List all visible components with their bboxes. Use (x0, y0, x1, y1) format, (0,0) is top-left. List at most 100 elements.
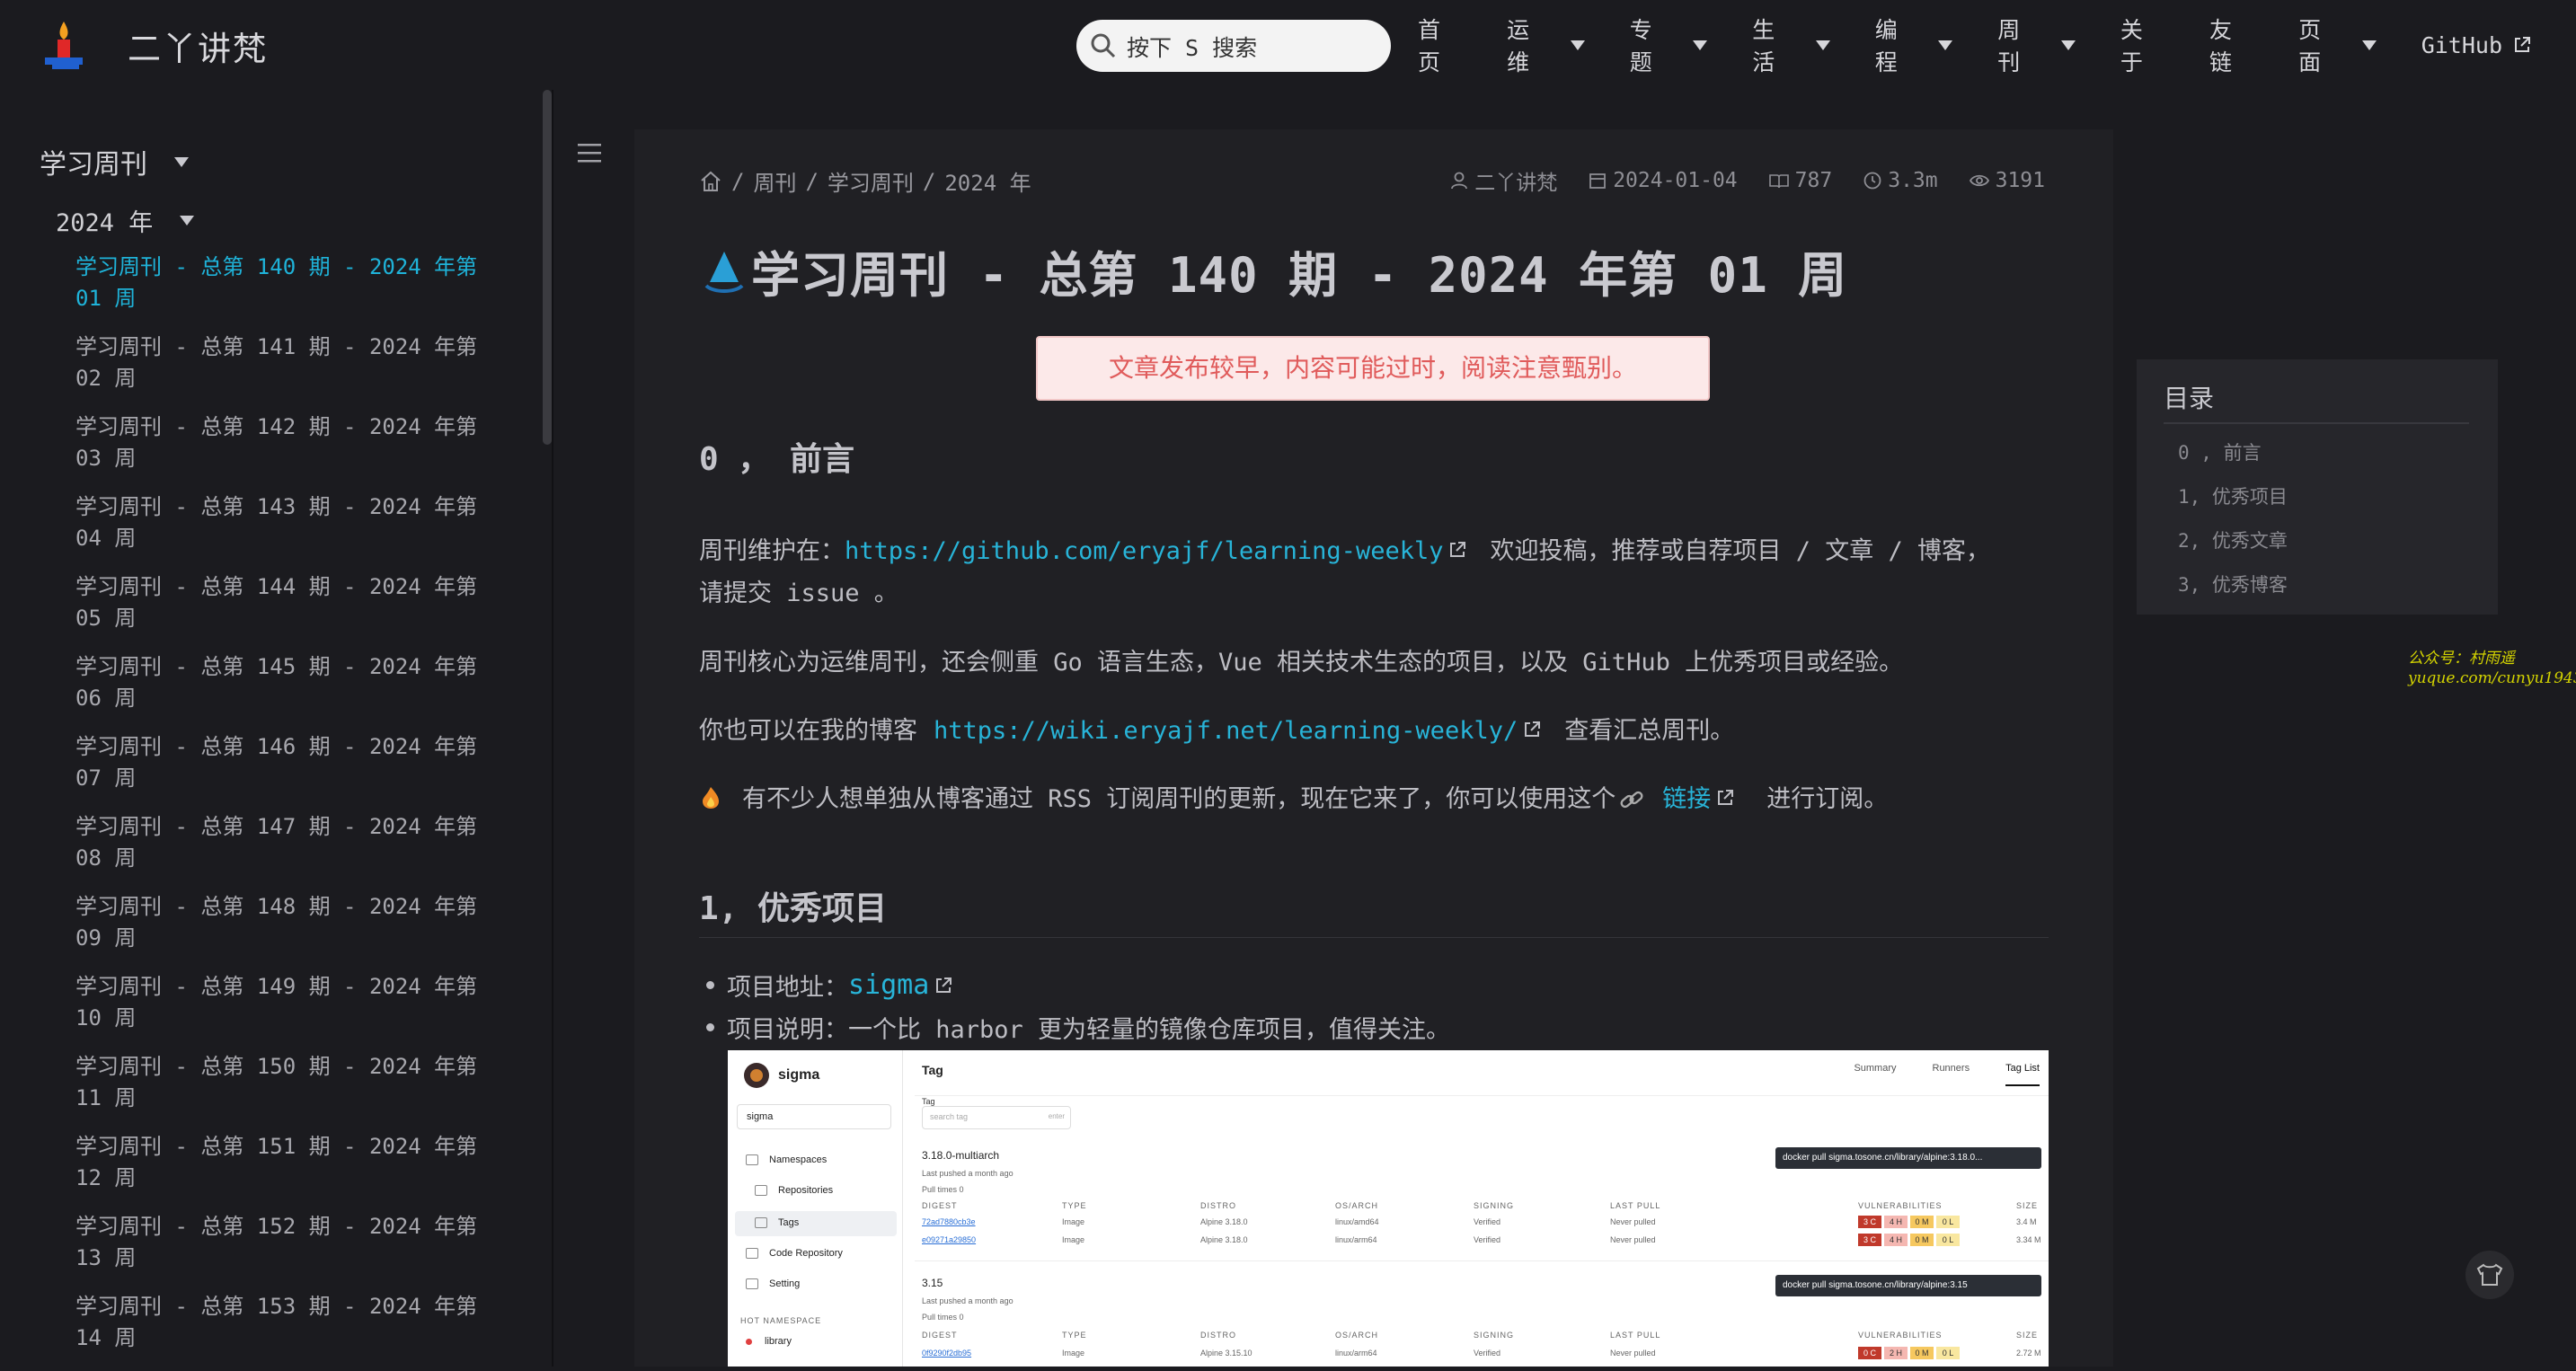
sidebar-item-147[interactable]: 学习周刊 - 总第 147 期 - 2024 年第 08 周 (75, 811, 507, 891)
shot-brand: sigma (744, 1063, 819, 1088)
p3-prefix: 你也可以在我的博客 (699, 717, 917, 745)
book-icon (1768, 174, 1789, 189)
namespaces-icon (746, 1154, 758, 1165)
rss-link[interactable]: 链接 (1662, 785, 1711, 813)
breadcrumb: / 周刊 / 学习周刊 / 2024 年 (699, 165, 1031, 197)
vuln-low: 0 L (1936, 1216, 1960, 1228)
nav-home-label: 首页 (1418, 17, 1441, 75)
nav-friends[interactable]: 友链 (2209, 13, 2253, 77)
shot-nav-label: Code Repository (769, 1248, 843, 1259)
shot-nav-namespaces: Namespaces (746, 1154, 827, 1165)
chevron-down-icon (2361, 40, 2377, 50)
shot-nav-setting: Setting (746, 1278, 800, 1289)
home-icon[interactable] (699, 170, 722, 193)
sidebar-item-151[interactable]: 学习周刊 - 总第 151 期 - 2024 年第 12 周 (75, 1131, 507, 1211)
clock-icon (1863, 172, 1881, 190)
github-repo-link[interactable]: https://github.com/eryajf/learning-weekl… (845, 537, 1443, 565)
breadcrumb-weekly[interactable]: 周刊 (753, 165, 796, 197)
p1-prefix: 周刊维护在： (699, 537, 845, 565)
bullet-project-desc: 项目说明：一个比 harbor 更为轻量的镜像仓库项目，值得关注。 (727, 1010, 1450, 1045)
sidebar-item-149[interactable]: 学习周刊 - 总第 149 期 - 2024 年第 10 周 (75, 971, 507, 1051)
paragraph-rss: 有不少人想单独从博客通过 RSS 订阅周刊的更新，现在它来了，你可以使用这个 链接… (699, 778, 2047, 820)
vuln-critical: 3 C (1858, 1216, 1881, 1228)
sidebar-section-label: 学习周刊 (40, 149, 147, 181)
breadcrumb-separator: / (731, 168, 745, 194)
site-title[interactable]: 二丫讲梵 (128, 22, 268, 70)
toc-title: 目录 (2164, 384, 2215, 413)
page-title: 学习周刊 - 总第 140 期 - 2024 年第 01 周 (699, 235, 1847, 306)
external-link-icon (1525, 721, 1541, 737)
nav-pages[interactable]: 页面 (2298, 13, 2377, 77)
chevron-down-icon (1815, 40, 1830, 50)
sidebar-item-142[interactable]: 学习周刊 - 总第 142 期 - 2024 年第 03 周 (75, 411, 507, 491)
blog-weekly-link[interactable]: https://wiki.eryajf.net/learning-weekly/ (934, 717, 1518, 745)
meta-views: 3191 (1969, 169, 2045, 192)
shot-col-type: TYPE (1062, 1201, 1087, 1210)
sidebar-item-146[interactable]: 学习周刊 - 总第 146 期 - 2024 年第 07 周 (75, 731, 507, 811)
breadcrumb-separator: / (805, 168, 819, 194)
sidebar-item-153[interactable]: 学习周刊 - 总第 153 期 - 2024 年第 14 周 (75, 1291, 507, 1371)
shot-docker-cmd: docker pull sigma.tosone.cn/library/alpi… (1775, 1275, 2041, 1296)
sidebar-item-141[interactable]: 学习周刊 - 总第 141 期 - 2024 年第 02 周 (75, 332, 507, 411)
shot-row-arch: linux/amd64 (1335, 1217, 1379, 1226)
shot-row-vuln: 3 C 4 H 0 M 0 L (1858, 1234, 1960, 1246)
shot-nav-tags: Tags (755, 1217, 799, 1228)
nav-life[interactable]: 生活 (1752, 13, 1830, 77)
sidebar-item-140[interactable]: 学习周刊 - 总第 140 期 - 2024 年第 01 周 (75, 252, 507, 332)
sidebar-section-weekly[interactable]: 学习周刊 (40, 142, 189, 181)
repositories-icon (755, 1185, 767, 1196)
sidebar-item-152[interactable]: 学习周刊 - 总第 152 期 - 2024 年第 13 周 (75, 1211, 507, 1291)
sidebar-scrollbar[interactable] (543, 90, 552, 445)
site-logo-icon[interactable] (40, 20, 88, 72)
nav-weekly[interactable]: 周刊 (1997, 13, 2076, 77)
toc-item-intro[interactable]: 0 , 前言 (2178, 438, 2262, 465)
shot-col-lastpull: LAST PULL (1610, 1331, 1661, 1340)
breadcrumb-learning-weekly[interactable]: 学习周刊 (828, 165, 914, 197)
theme-button[interactable] (2465, 1251, 2514, 1299)
shot-row-vuln: 3 C 4 H 0 M 0 L (1858, 1216, 1960, 1228)
search-box[interactable]: 按下 S 搜索 (1076, 20, 1391, 72)
shot-row-distro: Alpine 3.18.0 (1200, 1217, 1248, 1226)
user-icon (1451, 172, 1468, 190)
external-link-icon (936, 977, 952, 993)
nav-about[interactable]: 关于 (2120, 13, 2164, 77)
shot-col-signing: SIGNING (1474, 1331, 1515, 1340)
breadcrumb-year[interactable]: 2024 年 (944, 165, 1031, 197)
vuln-medium: 0 M (1910, 1216, 1934, 1228)
nav-home[interactable]: 首页 (1418, 13, 1462, 77)
shot-col-digest: DIGEST (922, 1201, 958, 1210)
paragraph-core: 周刊核心为运维周刊，还会侧重 Go 语言生态，Vue 相关技术生态的项目，以及 … (699, 649, 1904, 677)
shot-row-size: 3.34 M (2016, 1235, 2041, 1244)
search-icon (1091, 33, 1116, 58)
sidebar-item-150[interactable]: 学习周刊 - 总第 150 期 - 2024 年第 11 周 (75, 1051, 507, 1131)
menu-toggle-icon[interactable] (578, 142, 601, 164)
toc-item-blogs[interactable]: 3, 优秀博客 (2178, 571, 2288, 597)
watermark-line2: yuque.com/cunyu1943 (2408, 669, 2576, 687)
nav-friends-label: 友链 (2209, 17, 2233, 75)
nav-ops[interactable]: 运维 (1507, 13, 1585, 77)
sigma-link[interactable]: sigma (848, 969, 929, 1001)
shot-nav-label: Setting (769, 1278, 801, 1289)
sidebar-group-2024[interactable]: 2024 年 (56, 203, 195, 238)
shot-row-size: 2.72 M (2016, 1349, 2041, 1358)
nav-github[interactable]: GitHub (2421, 32, 2531, 58)
vuln-medium: 0 M (1910, 1234, 1934, 1246)
toc-item-articles[interactable]: 2, 优秀文章 (2178, 526, 2288, 553)
external-link-icon (1450, 542, 1466, 557)
sidebar-item-143[interactable]: 学习周刊 - 总第 143 期 - 2024 年第 04 周 (75, 491, 507, 571)
nav-coding-label: 编程 (1874, 17, 1898, 75)
toc-item-projects[interactable]: 1, 优秀项目 (2178, 482, 2288, 509)
sidebar: 学习周刊 2024 年 学习周刊 - 总第 140 期 - 2024 年第 01… (0, 90, 552, 1367)
p3-suffix: 查看汇总周刊。 (1564, 717, 1735, 745)
calendar-icon (1589, 173, 1607, 189)
nav-topics[interactable]: 专题 (1630, 13, 1708, 77)
watermark-line1: 公众号：村雨遥 (2408, 650, 2515, 668)
shot-tag-placeholder: search tag (930, 1112, 969, 1121)
sidebar-item-148[interactable]: 学习周刊 - 总第 148 期 - 2024 年第 09 周 (75, 891, 507, 971)
shot-row-digest: 0f9290f2db95 (922, 1349, 972, 1358)
sidebar-item-144[interactable]: 学习周刊 - 总第 144 期 - 2024 年第 05 周 (75, 571, 507, 651)
nav-coding[interactable]: 编程 (1875, 13, 1953, 77)
sidebar-item-145[interactable]: 学习周刊 - 总第 145 期 - 2024 年第 06 周 (75, 651, 507, 731)
shot-hot-ns-item: library (746, 1336, 792, 1347)
meta-author[interactable]: 二丫讲梵 (1449, 165, 1557, 196)
